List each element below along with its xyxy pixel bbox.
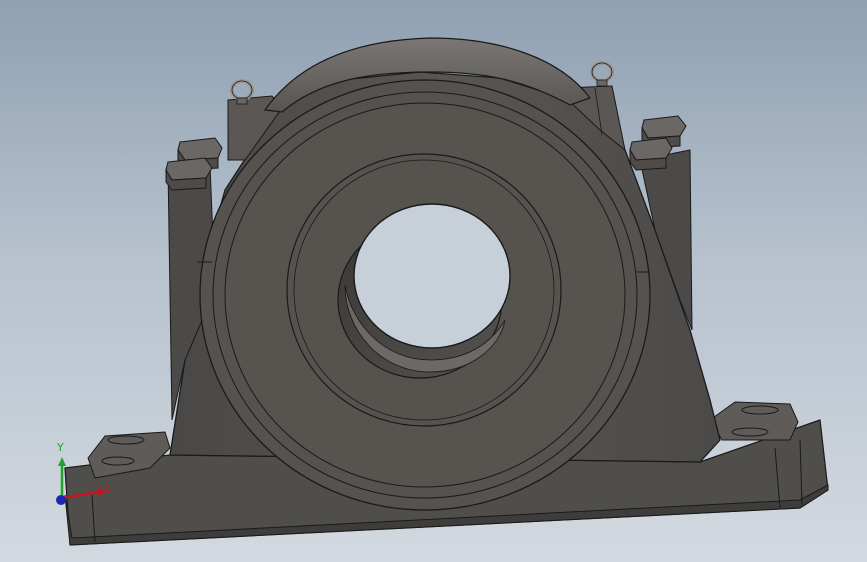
model-view[interactable]	[0, 0, 867, 562]
eye-bolt-right	[590, 61, 614, 87]
reference-triad[interactable]: Y X	[48, 440, 118, 510]
y-axis-label: Y	[57, 441, 64, 454]
x-axis-label: X	[103, 483, 111, 496]
z-axis-dot	[56, 495, 66, 505]
y-axis-arrowhead	[58, 457, 66, 466]
right-foot-pad	[709, 401, 799, 441]
bolt-left-front	[165, 157, 213, 191]
x-axis-arrow	[61, 490, 99, 500]
bolt-right-front	[629, 137, 673, 171]
shaft-bore-opening	[353, 203, 511, 349]
graphics-viewport[interactable]: Y X	[0, 0, 867, 562]
